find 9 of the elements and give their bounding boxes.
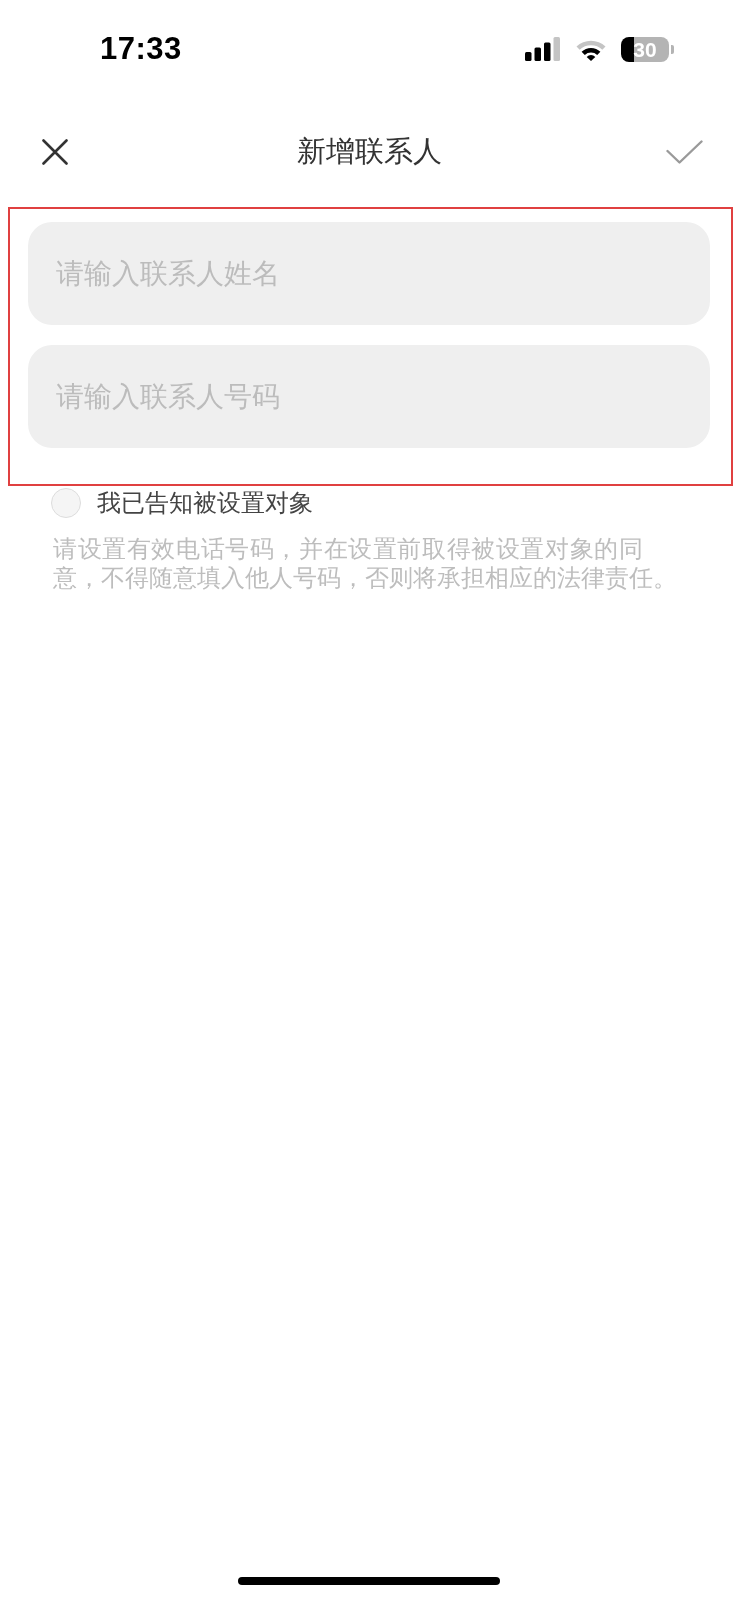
consent-label: 我已告知被设置对象 xyxy=(97,488,313,518)
battery-level: 30 xyxy=(621,36,669,62)
close-icon[interactable] xyxy=(42,139,68,165)
signal-icon xyxy=(525,37,561,61)
battery-cap-icon xyxy=(671,44,674,54)
consent-checkbox[interactable] xyxy=(51,488,81,518)
status-time: 17:33 xyxy=(100,31,182,67)
page-title: 新增联系人 xyxy=(296,133,442,170)
legal-notice: 请设置有效电话号码，并在设置前取得被设置对象的同意，不得随意填入他人号码，否则将承担相应的法律责任。 xyxy=(53,535,678,593)
